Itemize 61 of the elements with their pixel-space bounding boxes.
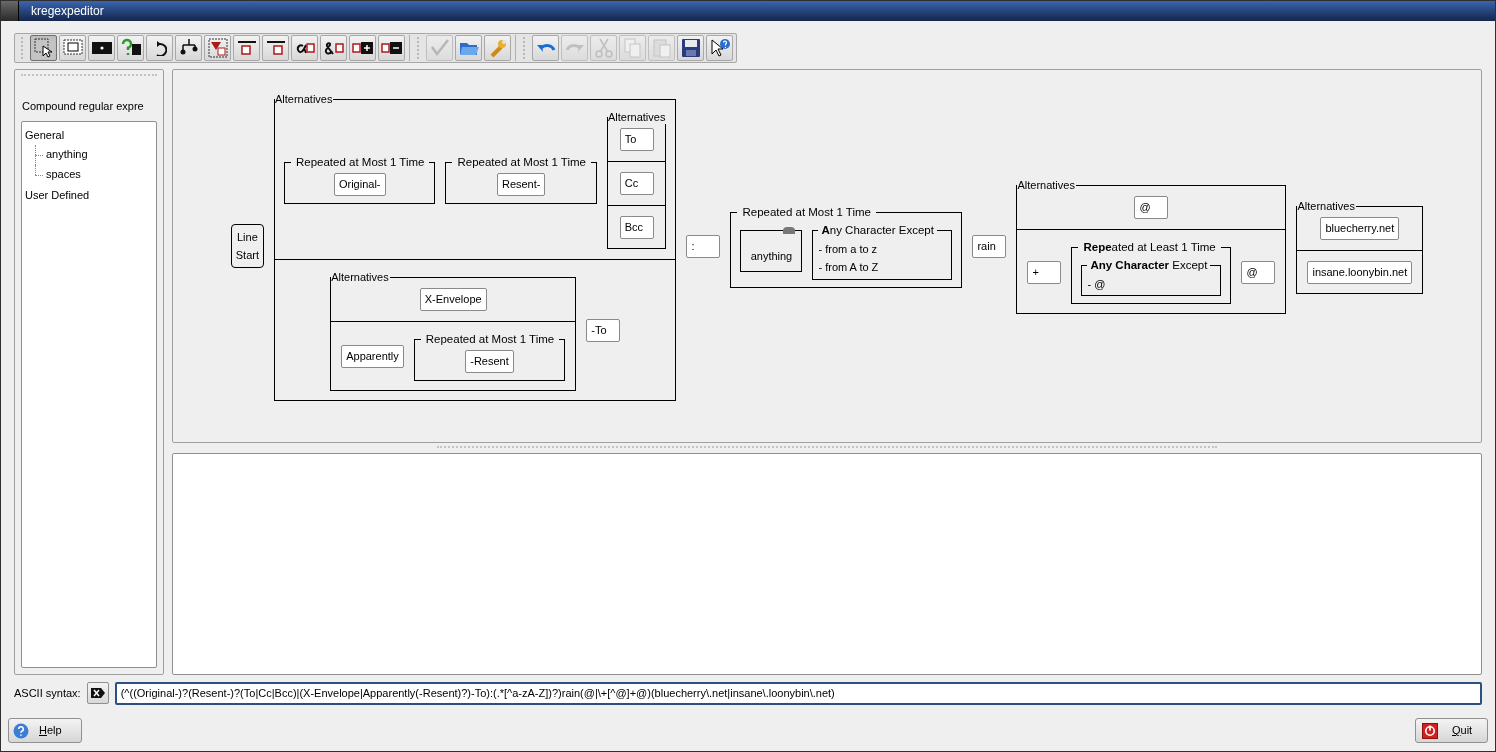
character-range: - from a to z xyxy=(818,241,879,257)
triangle-box-icon xyxy=(206,37,229,59)
power-icon xyxy=(1422,722,1438,739)
clipboard-icon xyxy=(650,37,673,59)
text-node[interactable]: : xyxy=(686,234,721,258)
toolbar-button[interactable] xyxy=(349,35,376,61)
toolbar-button[interactable] xyxy=(320,35,347,61)
text-node[interactable]: Original- xyxy=(333,172,386,196)
text-node[interactable]: To xyxy=(619,127,654,151)
window-menu-button[interactable] xyxy=(1,1,19,21)
toolbar-button[interactable] xyxy=(117,35,144,61)
toolbar-button[interactable] xyxy=(677,35,704,61)
text-node[interactable]: insane.loonybin.net xyxy=(1307,260,1413,284)
tree-item[interactable]: anything xyxy=(46,146,88,163)
toolbar-button[interactable] xyxy=(146,35,173,61)
help-button[interactable]: Help xyxy=(8,718,82,743)
line-start-node[interactable]: Line Start xyxy=(230,224,264,268)
character-range: - @ xyxy=(1087,276,1107,292)
toolbar-button[interactable] xyxy=(204,35,231,61)
tree-item[interactable]: User Defined xyxy=(25,184,153,205)
text-node[interactable]: -To xyxy=(586,318,621,342)
selection-icon xyxy=(32,37,55,59)
help-icon xyxy=(13,722,29,739)
text-node[interactable]: Bcc xyxy=(619,215,654,239)
toolbar-button[interactable] xyxy=(378,35,405,61)
quit-button[interactable]: Quit xyxy=(1415,718,1488,743)
text-node[interactable]: Resent- xyxy=(496,172,546,196)
clear-button[interactable] xyxy=(86,682,109,704)
ascii-label: ASCII syntax: xyxy=(14,685,81,701)
tree-item[interactable]: spaces xyxy=(46,166,81,183)
panel-title: Compound regular expre xyxy=(22,99,145,114)
pointer-question-icon xyxy=(708,37,731,59)
toolbar-button[interactable] xyxy=(262,35,289,61)
toolbar-grip[interactable] xyxy=(417,37,421,59)
text-node[interactable]: -Resent xyxy=(465,349,514,373)
text-node[interactable]: @ xyxy=(1134,195,1169,219)
ascii-syntax-input[interactable]: (^((Original-)?(Resent-)?(To|Cc|Bcc)|(X-Envelope|Apparently(-Resent)?)-To):(.*[^a-zA-Z])?)rain(@|\+[^@]+@)(bluecherry\.net|insane\.loonybin\.net) xyxy=(120,684,1476,702)
collapse-toggle-icon[interactable] xyxy=(783,227,796,234)
toolbar-grip[interactable] xyxy=(523,37,527,59)
copy-icon xyxy=(621,37,644,59)
toolbar-button[interactable] xyxy=(233,35,260,61)
text-node[interactable]: X-Envelope xyxy=(419,287,487,311)
window-title: kregexpeditor xyxy=(31,3,104,20)
toolbar-button[interactable] xyxy=(30,35,57,61)
ascii-syntax-field[interactable]: (^((Original-)?(Resent-)?(To|Cc|Bcc)|(X-Envelope|Apparently(-Resent)?)-To):(.*[^a-zA-Z])?)rain(@|\+[^@]+@)(bluecherry\.net|insane\.loonybin\.net) xyxy=(114,681,1482,705)
toolbar-button[interactable] xyxy=(88,35,115,61)
tree-item[interactable]: General xyxy=(25,124,153,145)
text-node[interactable]: bluecherry.net xyxy=(1320,216,1400,240)
text-node[interactable]: @ xyxy=(1241,260,1276,284)
text-node[interactable]: rain xyxy=(972,234,1007,258)
text-node[interactable]: + xyxy=(1027,260,1062,284)
character-range: - from A to Z xyxy=(818,260,880,275)
scissors-icon xyxy=(592,37,615,59)
toolbar-button[interactable] xyxy=(706,35,733,61)
compound-node[interactable]: anything xyxy=(740,230,803,272)
clear-icon xyxy=(89,687,106,699)
toolbar-button[interactable] xyxy=(175,35,202,61)
text-node[interactable]: Apparently xyxy=(341,344,404,368)
text-node[interactable]: Cc xyxy=(619,171,654,195)
toolbar-grip[interactable] xyxy=(21,37,25,59)
toolbar-button[interactable] xyxy=(291,35,318,61)
